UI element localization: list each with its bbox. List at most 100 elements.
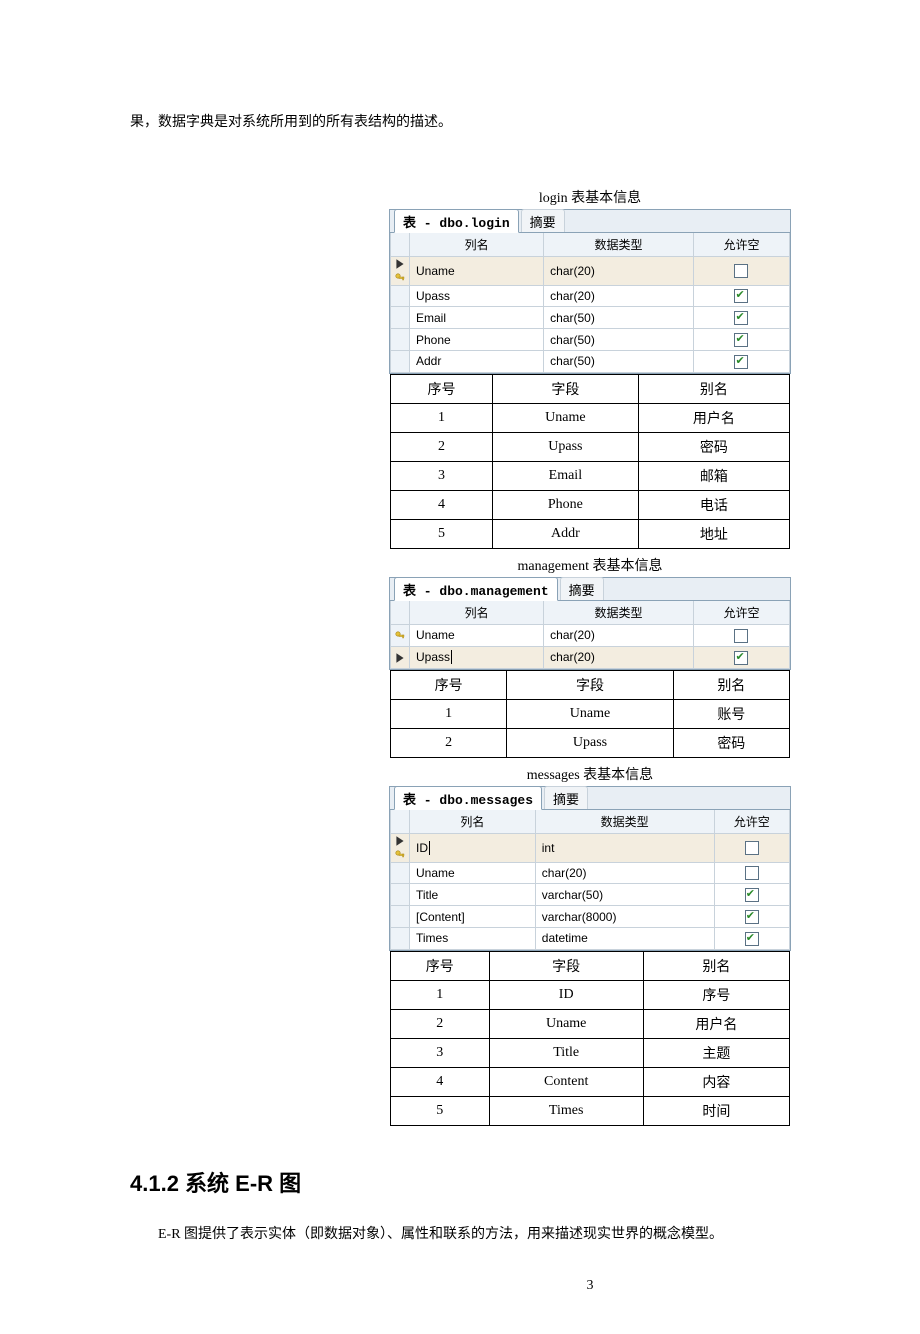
checkbox-icon[interactable]: [734, 289, 748, 303]
column-name-cell[interactable]: Email: [410, 307, 544, 329]
column-nullable-cell[interactable]: [714, 862, 789, 884]
column-type-cell[interactable]: char(50): [544, 329, 694, 351]
tab-summary[interactable]: 摘要: [544, 786, 588, 809]
column-nullable-cell[interactable]: [693, 307, 789, 329]
table-caption: login 表基本信息: [130, 187, 920, 207]
alias-alias: 地址: [638, 519, 789, 548]
grid-header-name: 列名: [410, 601, 544, 625]
alias-num: 2: [391, 1009, 490, 1038]
column-name-cell[interactable]: ID: [410, 833, 536, 862]
column-nullable-cell[interactable]: [693, 285, 789, 307]
alias-row: 2Uname用户名: [391, 1009, 790, 1038]
checkbox-icon[interactable]: [734, 355, 748, 369]
column-row[interactable]: Titlevarchar(50): [391, 884, 790, 906]
column-row[interactable]: Upasschar(20): [391, 285, 790, 307]
column-type-cell[interactable]: char(50): [544, 307, 694, 329]
column-row[interactable]: Unamechar(20): [391, 256, 790, 285]
checkbox-icon[interactable]: [745, 841, 759, 855]
alias-alias: 用户名: [643, 1009, 789, 1038]
column-type-cell[interactable]: varchar(8000): [535, 906, 714, 928]
column-name-cell[interactable]: [Content]: [410, 906, 536, 928]
checkbox-icon[interactable]: [734, 629, 748, 643]
column-nullable-cell[interactable]: [693, 351, 789, 373]
column-name-cell[interactable]: Uname: [410, 862, 536, 884]
column-type-cell[interactable]: char(20): [544, 646, 694, 668]
column-name-cell[interactable]: Uname: [410, 256, 544, 285]
column-nullable-cell[interactable]: [693, 256, 789, 285]
checkbox-icon[interactable]: [734, 311, 748, 325]
columns-grid: 列名数据类型允许空Unamechar(20)Upasschar(20): [390, 601, 790, 669]
checkbox-icon[interactable]: [745, 866, 759, 880]
column-row[interactable]: Phonechar(50): [391, 329, 790, 351]
tab-main[interactable]: 表 - dbo.messages: [394, 786, 542, 810]
column-nullable-cell[interactable]: [714, 906, 789, 928]
column-name-cell[interactable]: Times: [410, 928, 536, 950]
column-name-cell[interactable]: Phone: [410, 329, 544, 351]
tab-main[interactable]: 表 - dbo.login: [394, 209, 519, 233]
grid-header-null: 允许空: [714, 810, 789, 834]
column-nullable-cell[interactable]: [714, 833, 789, 862]
alias-field: Content: [489, 1067, 643, 1096]
row-gutter: [391, 862, 410, 884]
tab-main[interactable]: 表 - dbo.management: [394, 577, 558, 601]
checkbox-icon[interactable]: [745, 910, 759, 924]
column-type-cell[interactable]: char(50): [544, 351, 694, 373]
checkbox-icon[interactable]: [734, 264, 748, 278]
column-row[interactable]: Emailchar(50): [391, 307, 790, 329]
alias-header-alias: 别名: [643, 951, 789, 980]
row-gutter: [391, 646, 410, 668]
alias-num: 4: [391, 1067, 490, 1096]
column-row[interactable]: IDint: [391, 833, 790, 862]
alias-alias: 账号: [673, 699, 789, 728]
column-nullable-cell[interactable]: [693, 329, 789, 351]
column-nullable-cell[interactable]: [714, 928, 789, 950]
alias-num: 1: [391, 403, 493, 432]
row-pointer-icon: [394, 652, 406, 664]
checkbox-icon[interactable]: [734, 333, 748, 347]
alias-alias: 用户名: [638, 403, 789, 432]
column-row[interactable]: [Content]varchar(8000): [391, 906, 790, 928]
primary-key-icon: [394, 849, 406, 861]
alias-alias: 密码: [638, 432, 789, 461]
column-row[interactable]: Upasschar(20): [391, 646, 790, 668]
column-nullable-cell[interactable]: [693, 646, 789, 668]
tab-summary[interactable]: 摘要: [521, 209, 565, 232]
column-type-cell[interactable]: char(20): [544, 285, 694, 307]
column-type-cell[interactable]: char(20): [544, 256, 694, 285]
column-type-cell[interactable]: char(20): [544, 624, 694, 646]
alias-num: 1: [391, 980, 490, 1009]
alias-table: 序号字段别名1ID序号2Uname用户名3Title主题4Content内容5T…: [390, 951, 790, 1126]
column-type-cell[interactable]: char(20): [535, 862, 714, 884]
alias-header-num: 序号: [391, 670, 507, 699]
column-name-cell[interactable]: Upass: [410, 285, 544, 307]
column-type-cell[interactable]: datetime: [535, 928, 714, 950]
checkbox-icon[interactable]: [745, 932, 759, 946]
column-type-cell[interactable]: int: [535, 833, 714, 862]
alias-num: 5: [391, 519, 493, 548]
tab-summary[interactable]: 摘要: [560, 577, 604, 600]
checkbox-icon[interactable]: [734, 651, 748, 665]
column-nullable-cell[interactable]: [693, 624, 789, 646]
alias-alias: 时间: [643, 1096, 789, 1125]
column-row[interactable]: Addrchar(50): [391, 351, 790, 373]
alias-num: 4: [391, 490, 493, 519]
column-name-cell[interactable]: Title: [410, 884, 536, 906]
column-name-cell[interactable]: Upass: [410, 646, 544, 668]
alias-header-num: 序号: [391, 951, 490, 980]
column-nullable-cell[interactable]: [714, 884, 789, 906]
column-type-cell[interactable]: varchar(50): [535, 884, 714, 906]
alias-row: 4Phone电话: [391, 490, 790, 519]
row-gutter: [391, 329, 410, 351]
column-name-cell[interactable]: Addr: [410, 351, 544, 373]
db-designer-block: 表 - dbo.login摘要列名数据类型允许空Unamechar(20) Up…: [389, 209, 791, 374]
alias-row: 1Uname用户名: [391, 403, 790, 432]
checkbox-icon[interactable]: [745, 888, 759, 902]
column-row[interactable]: Unamechar(20): [391, 624, 790, 646]
column-name-cell[interactable]: Uname: [410, 624, 544, 646]
primary-key-icon: [394, 272, 406, 284]
alias-alias: 邮箱: [638, 461, 789, 490]
column-row[interactable]: Timesdatetime: [391, 928, 790, 950]
alias-field: Phone: [493, 490, 639, 519]
column-row[interactable]: Unamechar(20): [391, 862, 790, 884]
alias-field: Upass: [507, 728, 673, 757]
